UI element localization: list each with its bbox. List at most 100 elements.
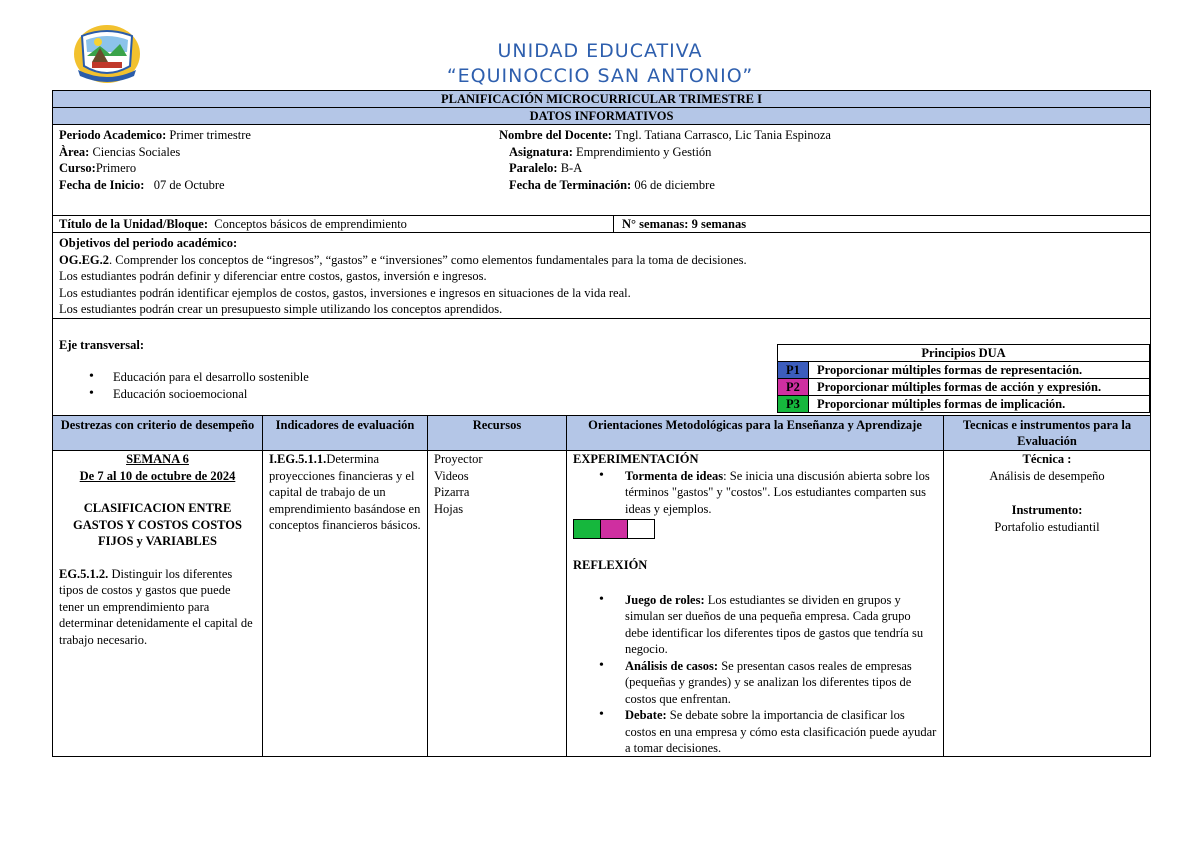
resource-item: Hojas <box>434 501 464 516</box>
tecnicas-cell: Técnica : Análisis de desempeño Instrume… <box>944 451 1150 756</box>
document-page: UNIDAD EDUCATIVA “EQUINOCCIO SAN ANTONIO… <box>0 0 1200 849</box>
list-item: Educación socioemocional <box>89 386 309 403</box>
area-value: Ciencias Sociales <box>89 144 181 159</box>
transversal-label: Eje transversal: <box>59 338 145 352</box>
area-row: Àrea: Ciencias Sociales <box>59 144 251 161</box>
indicator-code: I.EG.5.1.1. <box>269 452 327 466</box>
reflexion-item-title: Análisis de casos: <box>625 658 719 673</box>
dua-title: Principios DUA <box>778 345 1149 362</box>
school-name-line2: “EQUINOCCIO SAN ANTONIO” <box>446 65 754 87</box>
resource-item: Proyector <box>434 452 483 466</box>
methodology-table-body: SEMANA 6 De 7 al 10 de octubre de 2024 C… <box>53 451 1150 756</box>
inicio-label: Fecha de Inicio: <box>59 177 145 192</box>
list-item: Educación para el desarrollo sostenible <box>89 369 309 386</box>
periodo-label: Periodo Academico: <box>59 128 167 142</box>
unit-title-cell: Título de la Unidad/Bloque: Conceptos bá… <box>53 216 614 232</box>
reflexion-item: Análisis de casos: Se presentan casos re… <box>573 658 937 708</box>
destrezas-cell: SEMANA 6 De 7 al 10 de octubre de 2024 C… <box>53 451 263 756</box>
transversal-list: Educación para el desarrollo sostenible … <box>67 369 309 402</box>
curso-value: Primero <box>95 161 137 175</box>
docente-row: Nombre del Docente: Tngl. Tatiana Carras… <box>499 127 831 144</box>
info-right-column: Nombre del Docente: Tngl. Tatiana Carras… <box>499 127 831 193</box>
objective-line: Los estudiantes podrán identificar ejemp… <box>59 285 631 300</box>
area-label: Àrea: <box>59 144 90 159</box>
reflexion-item-text: Se debate sobre la importancia de clasif… <box>625 708 937 755</box>
paralelo-row: Paralelo: B-A <box>509 160 831 177</box>
resource-item: Videos <box>434 468 469 483</box>
technique-value: Análisis de desempeño <box>989 468 1105 483</box>
dua-principles-table: Principios DUA P1 Proporcionar múltiples… <box>777 344 1150 413</box>
termino-row: Fecha de Terminación: 06 de diciembre <box>509 177 831 194</box>
experimentacion-title: EXPERIMENTACIÓN <box>573 452 699 466</box>
og-objective: OG.EG.2. Comprender los conceptos de “in… <box>59 252 1144 269</box>
school-name-line1: UNIDAD EDUCATIVA <box>497 40 703 62</box>
objectives-heading-text: Objetivos del periodo académico: <box>59 236 238 250</box>
swatch-magenta <box>600 519 628 539</box>
reflexion-item: Juego de roles: Los estudiantes se divid… <box>573 592 937 658</box>
dua-tag-p2: P2 <box>778 379 809 395</box>
dua-row-p2: P2 Proporcionar múltiples formas de acci… <box>778 379 1149 396</box>
curso-row: Curso:Primero <box>59 160 251 177</box>
header-indicadores: Indicadores de evaluación <box>263 416 428 450</box>
dua-tag-p1: P1 <box>778 362 809 378</box>
orientaciones-cell: EXPERIMENTACIÓN Tormenta de ideas: Se in… <box>567 451 944 756</box>
week-label: SEMANA 6 <box>126 452 189 466</box>
inicio-value: 07 de Octubre <box>144 177 225 192</box>
objective-line: Los estudiantes podrán definir y diferen… <box>59 269 487 283</box>
experimentacion-item-title: Tormenta de ideas <box>625 468 724 483</box>
info-section: Periodo Academico: Primer trimestre Àrea… <box>53 125 1150 216</box>
docente-value: Tngl. Tatiana Carrasco, Lic Tania Espino… <box>611 128 831 142</box>
transversal-section: Eje transversal: Educación para el desar… <box>53 319 1150 416</box>
header-orientaciones: Orientaciones Metodológicas para la Ense… <box>567 416 944 450</box>
skill-text: EG.5.1.2. Distinguir los diferentes tipo… <box>59 566 256 649</box>
header-recursos: Recursos <box>428 416 567 450</box>
unit-title-value: Conceptos básicos de emprendimiento <box>208 217 407 231</box>
header-tecnicas: Tecnicas e instrumentos para la Evaluaci… <box>962 418 1132 448</box>
dua-text-p1: Proporcionar múltiples formas de represe… <box>817 363 1083 377</box>
curso-label: Curso: <box>59 161 96 175</box>
dua-row-p3: P3 Proporcionar múltiples formas de impl… <box>778 396 1149 412</box>
og-text: . Comprender los conceptos de “ingresos”… <box>109 252 747 267</box>
asignatura-label: Asignatura: <box>509 144 573 159</box>
experimentacion-item: Tormenta de ideas: Se inicia una discusi… <box>573 468 937 518</box>
asignatura-row: Asignatura: Emprendimiento y Gestión <box>509 144 831 161</box>
planning-document: PLANIFICACIÓN MICROCURRICULAR TRIMESTRE … <box>52 90 1151 757</box>
weeks-text: N° semanas: 9 semanas <box>622 217 747 231</box>
reflexion-title: REFLEXIÓN <box>573 558 648 572</box>
header-destrezas: Destrezas con criterio de desempeño <box>53 416 263 450</box>
inicio-row: Fecha de Inicio: 07 de Octubre <box>59 177 251 194</box>
periodo-row: Periodo Academico: Primer trimestre <box>59 127 251 144</box>
dua-swatches <box>573 519 937 539</box>
skill-code: EG.5.1.2. <box>59 566 109 581</box>
reflexion-item-title: Juego de roles: <box>625 592 705 607</box>
objectives-heading: Objetivos del periodo académico: <box>59 235 1144 252</box>
datos-band: DATOS INFORMATIVOS <box>53 108 1150 125</box>
topic-title: CLASIFICACION ENTRE GASTOS Y COSTOS COST… <box>73 501 242 548</box>
plan-title-band: PLANIFICACIÓN MICROCURRICULAR TRIMESTRE … <box>53 91 1150 108</box>
unit-title-label: Título de la Unidad/Bloque: <box>59 217 208 231</box>
technique-label: Técnica : <box>1022 452 1072 466</box>
indicadores-cell: I.EG.5.1.1.Determina proyecciones financ… <box>263 451 428 756</box>
reflexion-item: Debate: Se debate sobre la importancia d… <box>573 707 937 757</box>
termino-label: Fecha de Terminación: <box>509 177 632 192</box>
dua-row-p1: P1 Proporcionar múltiples formas de repr… <box>778 362 1149 379</box>
recursos-cell: Proyector Videos Pizarra Hojas <box>428 451 567 756</box>
swatch-green <box>573 519 601 539</box>
paralelo-value: B-A <box>557 161 583 175</box>
termino-value: 06 de diciembre <box>631 177 715 192</box>
periodo-value: Primer trimestre <box>166 128 251 142</box>
dua-text-p2: Proporcionar múltiples formas de acción … <box>817 380 1102 394</box>
swatch-white <box>627 519 655 539</box>
resource-item: Pizarra <box>434 485 470 499</box>
og-code: OG.EG.2 <box>59 252 110 267</box>
unit-title-row: Título de la Unidad/Bloque: Conceptos bá… <box>53 216 1150 233</box>
objectives-section: Objetivos del periodo académico: OG.EG.2… <box>53 233 1150 319</box>
instrument-value: Portafolio estudiantil <box>994 519 1100 534</box>
docente-label: Nombre del Docente: <box>499 128 612 142</box>
reflexion-item-title: Debate: <box>625 708 667 722</box>
dua-text-p3: Proporcionar múltiples formas de implica… <box>817 397 1066 411</box>
dua-tag-p3: P3 <box>778 396 809 412</box>
instrument-label: Instrumento: <box>1011 503 1083 517</box>
info-left-column: Periodo Academico: Primer trimestre Àrea… <box>59 127 251 193</box>
objective-line: Los estudiantes podrán crear un presupue… <box>59 302 503 316</box>
